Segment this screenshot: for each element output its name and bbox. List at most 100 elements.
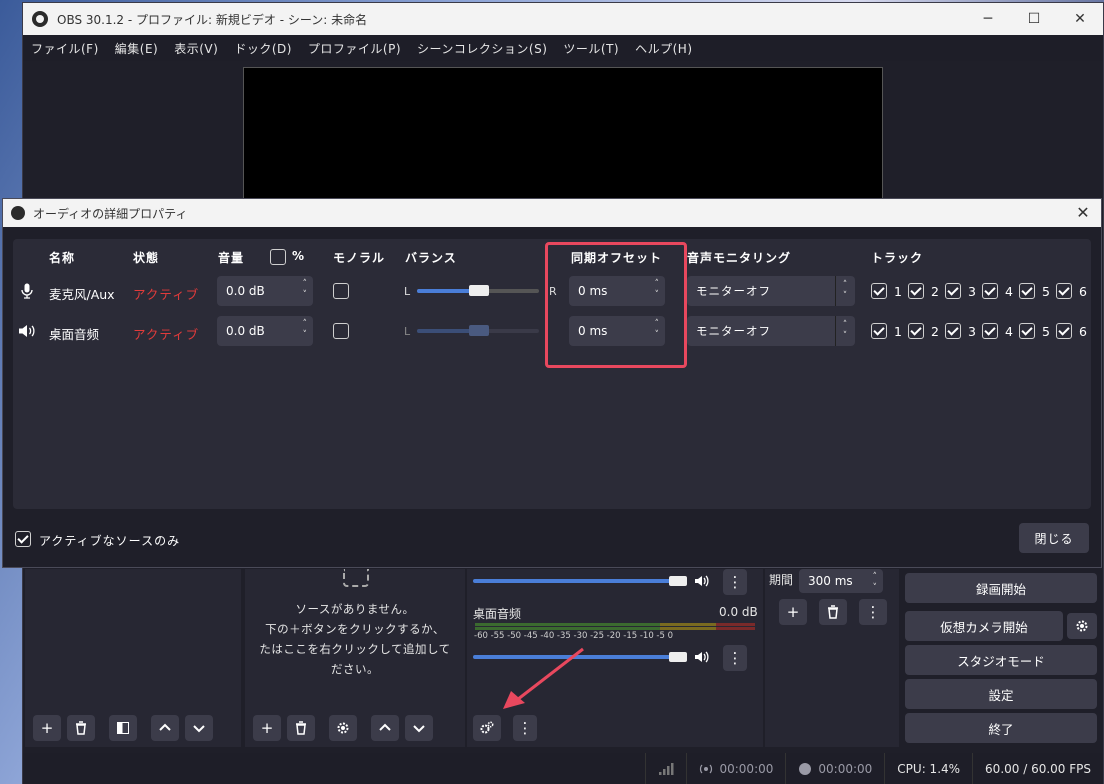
desktop-volume-knob[interactable] [669,652,687,662]
trash-icon [296,721,306,735]
menu-tools[interactable]: ツール(T) [555,40,627,57]
empty-line: ソースがありません。 [295,602,415,616]
sources-dock[interactable]: ソースがありません。 下の＋ボタンをクリックするか、 たはここを右クリックして追… [245,569,465,747]
track-1-checkbox[interactable] [871,323,887,339]
virtual-camera-settings-button[interactable] [1067,613,1097,639]
scene-filters-button[interactable] [109,715,137,741]
balance-knob[interactable] [469,285,489,296]
trash-icon [828,605,838,619]
start-recording-button[interactable]: 録画開始 [905,573,1097,603]
track-6-checkbox[interactable] [1056,283,1072,299]
track-3-checkbox[interactable] [945,323,961,339]
volume-input[interactable]: 0.0 dB ˄ ˅ [217,276,313,306]
settings-button[interactable]: 設定 [905,679,1097,709]
track-3-checkbox[interactable] [945,283,961,299]
menu-edit[interactable]: 編集(E) [107,40,166,57]
minimize-button[interactable]: ─ [965,3,1011,35]
status-bar: 00:00:00 00:00:00 CPU: 1.4% 60.00 / 60.0… [23,753,1103,784]
menu-view[interactable]: 表示(V) [166,40,226,57]
transition-menu-button[interactable]: ⋮ [859,599,887,625]
mic-menu-button[interactable]: ⋮ [723,569,747,595]
menu-scene-collection[interactable]: シーンコレクション(S) [409,40,555,57]
move-source-down-button[interactable] [405,715,433,741]
track-6-checkbox[interactable] [1056,323,1072,339]
microphone-icon [21,283,33,299]
header-mono: モノラル [333,251,386,265]
mixer-menu-button[interactable]: ⋮ [513,715,537,741]
track-label: 1 [894,284,902,299]
remove-source-button[interactable] [287,715,315,741]
start-virtual-camera-button[interactable]: 仮想カメラ開始 [905,611,1063,641]
monitoring-select[interactable]: モニターオフ ˄ ˅ [687,276,855,306]
audio-meter [475,627,755,630]
exit-button[interactable]: 終了 [905,713,1097,743]
mono-checkbox[interactable] [333,323,349,339]
remove-transition-button[interactable] [819,599,847,625]
track-label: 1 [894,324,902,339]
empty-sources-icon [343,569,369,587]
spin-arrows-icon[interactable]: ˄ ˅ [873,572,878,594]
mono-checkbox[interactable] [333,283,349,299]
move-source-up-button[interactable] [371,715,399,741]
dialog-close-icon[interactable]: ✕ [1073,203,1093,223]
source-properties-button[interactable] [329,715,357,741]
close-dialog-button[interactable]: 閉じる [1019,523,1089,553]
monitoring-select[interactable]: モニターオフ ˄ ˅ [687,316,855,346]
monitoring-value: モニターオフ [696,324,771,338]
add-scene-button[interactable]: + [33,715,61,741]
network-status [645,753,686,784]
mic-volume-knob[interactable] [669,576,687,586]
filter-icon [117,722,129,734]
balance-left-label: L [404,325,411,338]
header-balance: バランス [405,251,457,265]
track-4-checkbox[interactable] [982,323,998,339]
spin-arrows-icon[interactable]: ˄ ˅ [303,279,308,301]
move-scene-down-button[interactable] [185,715,213,741]
speaker-icon[interactable] [693,573,709,589]
add-source-button[interactable]: + [253,715,281,741]
gear-icon [337,722,349,734]
menu-dock[interactable]: ドック(D) [226,40,300,57]
desktop-menu-button[interactable]: ⋮ [723,645,747,671]
speaker-icon[interactable] [693,649,709,665]
audio-mixer-dock: ⋮ 桌面音频 0.0 dB -60 -55 -50 -45 -40 -35 -3… [467,569,763,747]
track-1-checkbox[interactable] [871,283,887,299]
chevron-up-icon [159,723,171,731]
mic-volume-slider[interactable] [473,579,685,583]
broadcast-icon [700,764,713,774]
volume-input[interactable]: 0.0 dB ˄ ˅ [217,316,313,346]
menu-help[interactable]: ヘルプ(H) [627,40,700,57]
track-2-checkbox[interactable] [908,323,924,339]
volume-value: 0.0 dB [226,284,265,298]
spin-arrows-icon[interactable]: ˄ ˅ [303,319,308,341]
chevron-updown-icon: ˄ ˅ [835,276,855,306]
advanced-audio-properties-button[interactable] [473,715,501,741]
add-transition-button[interactable]: + [779,599,807,625]
duration-input[interactable]: 300 ms ˄ ˅ [799,569,883,593]
track-5-checkbox[interactable] [1019,323,1035,339]
program-preview[interactable] [243,67,883,203]
remove-scene-button[interactable] [67,715,95,741]
maximize-button[interactable]: ☐ [1011,3,1057,35]
track-label: 4 [1005,324,1013,339]
header-volume: 音量 [218,251,245,265]
stream-time: 00:00:00 [719,762,774,776]
row-status: アクティブ [133,327,200,342]
close-button[interactable]: ✕ [1057,3,1103,35]
percent-checkbox[interactable] [270,249,286,265]
track-2-checkbox[interactable] [908,283,924,299]
track-label: 4 [1005,284,1013,299]
active-sources-only-checkbox[interactable] [15,531,31,547]
track-label: 2 [931,324,939,339]
header-monitoring: 音声モニタリング [687,251,792,265]
studio-mode-button[interactable]: スタジオモード [905,645,1097,675]
balance-knob[interactable] [469,325,489,336]
menu-profile[interactable]: プロファイル(P) [300,40,409,57]
menu-file[interactable]: ファイル(F) [23,40,107,57]
track-5-checkbox[interactable] [1019,283,1035,299]
record-status: 00:00:00 [785,753,884,784]
move-scene-up-button[interactable] [151,715,179,741]
track-4-checkbox[interactable] [982,283,998,299]
row-status: アクティブ [133,287,200,302]
track-label: 2 [931,284,939,299]
